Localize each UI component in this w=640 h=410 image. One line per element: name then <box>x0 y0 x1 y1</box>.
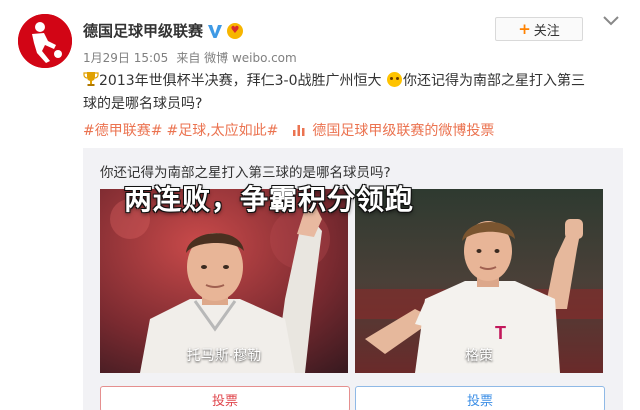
follow-button[interactable]: + 关注 <box>495 17 583 41</box>
account-name[interactable]: 德国足球甲级联赛 <box>83 20 203 41</box>
chevron-down-icon[interactable] <box>602 14 620 28</box>
post-line1-b: 你还记得为南部之星打入第三 <box>402 73 585 89</box>
source-prefix: 来自 <box>176 51 201 65</box>
avatar[interactable] <box>18 14 72 68</box>
bundesliga-logo-icon <box>18 14 72 68</box>
verified-icon <box>207 22 224 39</box>
follow-label: 关注 <box>533 23 560 39</box>
account-name-row: 德国足球甲级联赛 ♥ <box>83 20 244 41</box>
poll-option-label: 格策 <box>465 348 493 364</box>
post-meta: 1月29日 15:05 来自 微博 weibo.com <box>83 49 297 66</box>
hashtag-link[interactable]: #德甲联赛# <box>83 120 162 140</box>
post-tags: #德甲联赛# #足球,太应如此# 德国足球甲级联赛的微博投票 <box>83 120 502 140</box>
trophy-icon <box>83 72 99 86</box>
poll-link[interactable]: 德国足球甲级联赛的微博投票 <box>292 120 498 140</box>
vote-button-option-2[interactable]: 投票 <box>355 386 605 410</box>
post-line1-a: 2013年世俱杯半决赛，拜仁3-0战胜广州恒大 <box>99 73 382 89</box>
poll-chart-icon <box>293 125 305 136</box>
poll-link-label: 德国足球甲级联赛的微博投票 <box>312 123 495 139</box>
svg-text:T: T <box>495 323 506 343</box>
confused-emoji-icon <box>386 72 402 87</box>
hashtag-link[interactable]: #足球,太应如此# <box>166 120 278 140</box>
plus-icon: + <box>518 19 531 38</box>
overlay-headline: 两连败，争霸积分领跑 <box>124 183 415 216</box>
source-link[interactable]: 微博 weibo.com <box>204 51 297 65</box>
poll-option-label: 托马斯·穆勒 <box>186 348 262 364</box>
post-line2: 球的是哪名球员吗? <box>83 96 203 112</box>
vote-button-option-1[interactable]: 投票 <box>100 386 350 410</box>
fan-badge-icon: ♥ <box>227 22 244 39</box>
post-timestamp[interactable]: 1月29日 15:05 <box>83 49 168 66</box>
post-text: 2013年世俱杯半决赛，拜仁3-0战胜广州恒大 你还记得为南部之星打入第三 球的… <box>83 70 623 116</box>
